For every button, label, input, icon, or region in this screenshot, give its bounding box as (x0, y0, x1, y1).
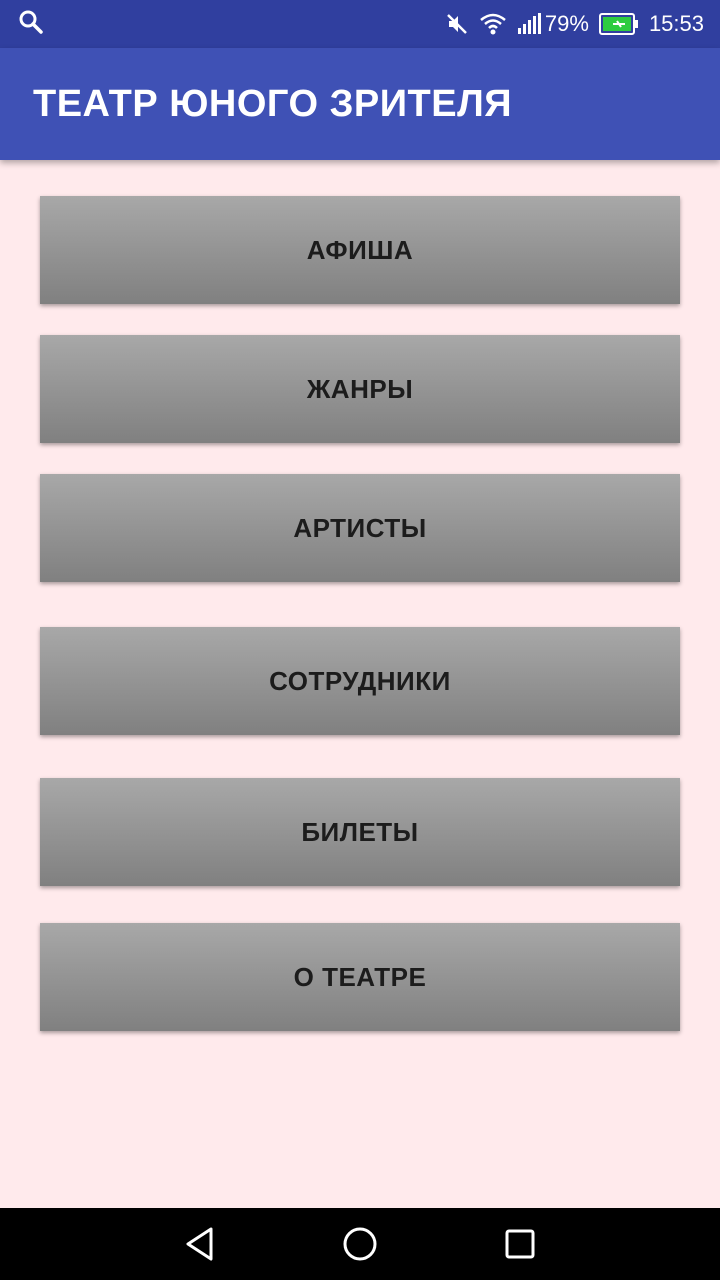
status-time: 15:53 (648, 11, 704, 36)
battery-charging-icon (598, 13, 639, 35)
afisha-button-label: АФИША (306, 234, 414, 265)
artists-button-label: АРТИСТЫ (293, 512, 427, 543)
app-title: ТЕАТР ЮНОГО ЗРИТЕЛЯ (33, 82, 513, 125)
status-bar: 79% 15:53 (0, 0, 720, 48)
artists-button[interactable]: АРТИСТЫ (40, 474, 680, 582)
back-icon[interactable] (180, 1224, 220, 1264)
staff-button[interactable]: СОТРУДНИКИ (40, 627, 680, 735)
recents-icon[interactable] (500, 1224, 540, 1264)
navigation-bar (0, 1208, 720, 1280)
about-theatre-button[interactable]: О ТЕАТРЕ (40, 923, 680, 1031)
wifi-icon (479, 12, 507, 36)
tickets-button[interactable]: БИЛЕТЫ (40, 778, 680, 886)
tickets-button-label: БИЛЕТЫ (301, 816, 419, 847)
app-bar: ТЕАТР ЮНОГО ЗРИТЕЛЯ (0, 48, 720, 160)
signal-icon (517, 12, 541, 36)
genres-button-label: ЖАНРЫ (306, 373, 414, 404)
afisha-button[interactable]: АФИША (40, 196, 680, 304)
battery-percent: 79% (544, 11, 589, 36)
home-icon[interactable] (340, 1224, 380, 1264)
genres-button[interactable]: ЖАНРЫ (40, 335, 680, 443)
main-content: АФИША ЖАНРЫ АРТИСТЫ СОТРУДНИКИ БИЛЕТЫ О … (0, 160, 720, 1208)
about-theatre-button-label: О ТЕАТРЕ (293, 961, 427, 992)
muted-icon (445, 12, 469, 36)
search-icon (18, 9, 44, 40)
staff-button-label: СОТРУДНИКИ (269, 665, 451, 696)
